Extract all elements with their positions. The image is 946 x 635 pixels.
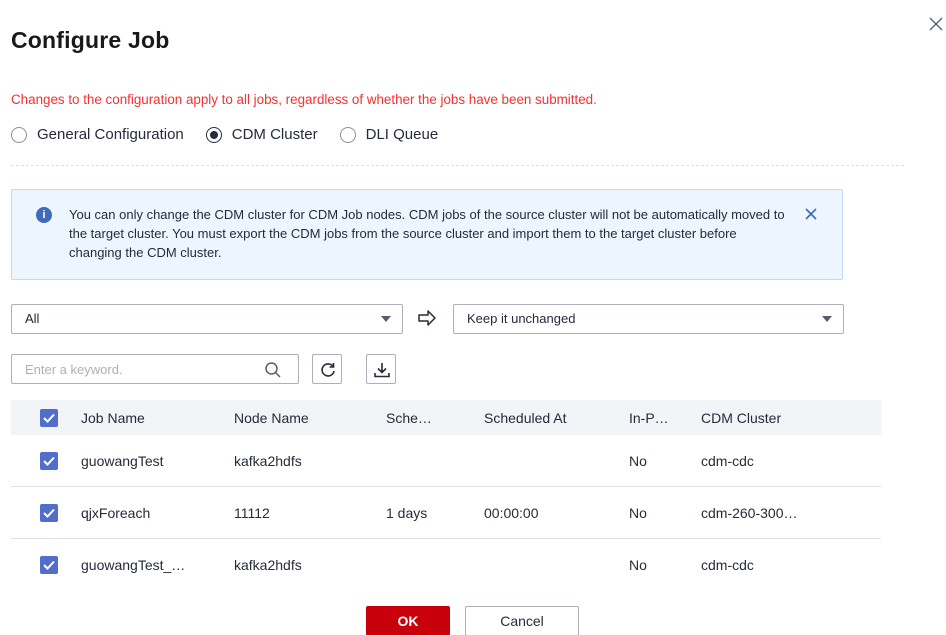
divider <box>11 165 904 166</box>
config-type-radio-group: General Configuration CDM Cluster DLI Qu… <box>11 126 460 143</box>
in-progress-cell: No <box>629 452 647 469</box>
column-header-node-name[interactable]: Node Name <box>234 410 386 426</box>
source-cluster-select[interactable]: All <box>11 304 403 334</box>
caret-down-icon <box>822 316 832 322</box>
schedule-cell: 1 days <box>386 504 428 521</box>
row-checkbox[interactable] <box>40 556 58 574</box>
column-header-in-progress[interactable]: In-P… <box>629 410 701 426</box>
radio-button-selected[interactable] <box>205 126 222 143</box>
column-header-scheduled-at[interactable]: Scheduled At <box>484 410 629 426</box>
radio-label: General Configuration <box>37 126 184 143</box>
info-icon: i <box>36 207 52 223</box>
close-icon[interactable] <box>928 16 944 32</box>
radio-cdm-cluster[interactable]: CDM Cluster <box>205 126 318 143</box>
cdm-cluster-cell: cdm-cdc <box>701 452 754 469</box>
radio-dli-queue[interactable]: DLI Queue <box>339 126 439 143</box>
table-row: guowangTest kafka2hdfs No cdm-cdc <box>11 435 881 487</box>
dialog-title: Configure Job <box>11 27 170 53</box>
info-alert: i You can only change the CDM cluster fo… <box>11 189 843 280</box>
jobs-table: Job Name Node Name Sche… Scheduled At In… <box>11 400 881 591</box>
radio-label: CDM Cluster <box>231 126 318 143</box>
job-name-cell: guowangTest <box>81 452 164 469</box>
radio-button[interactable] <box>11 126 27 143</box>
cdm-cluster-cell: cdm-260-300… <box>701 504 798 521</box>
search-input[interactable] <box>12 355 242 383</box>
search-box <box>11 354 299 384</box>
node-name-cell: kafka2hdfs <box>234 557 302 573</box>
scheduled-at-cell: 00:00:00 <box>484 504 539 521</box>
column-header-job-name[interactable]: Job Name <box>81 410 234 426</box>
target-cluster-value: Keep it unchanged <box>467 311 576 326</box>
cancel-button[interactable]: Cancel <box>465 606 579 635</box>
table-header: Job Name Node Name Sche… Scheduled At In… <box>11 400 881 435</box>
refresh-button[interactable] <box>312 354 342 384</box>
close-icon[interactable] <box>803 206 819 222</box>
in-progress-cell: No <box>629 557 647 573</box>
arrow-right-icon <box>416 308 438 328</box>
radio-general-configuration[interactable]: General Configuration <box>11 126 184 143</box>
radio-button[interactable] <box>339 126 356 143</box>
caret-down-icon <box>381 316 391 322</box>
table-row: qjxForeach 11112 1 days 00:00:00 No cdm-… <box>11 487 881 539</box>
row-checkbox[interactable] <box>40 503 58 522</box>
node-name-cell: kafka2hdfs <box>234 452 302 469</box>
ok-button[interactable]: OK <box>366 606 450 635</box>
info-alert-text: You can only change the CDM cluster for … <box>69 207 785 260</box>
job-name-cell: guowangTest_… <box>81 557 186 573</box>
row-checkbox[interactable] <box>40 451 58 470</box>
job-name-cell: qjxForeach <box>81 504 151 521</box>
search-icon[interactable] <box>264 361 282 379</box>
in-progress-cell: No <box>629 504 647 521</box>
node-name-cell: 11112 <box>234 504 270 521</box>
table-row: guowangTest_… kafka2hdfs No cdm-cdc <box>11 539 881 591</box>
column-header-cdm-cluster[interactable]: CDM Cluster <box>701 410 881 426</box>
warning-message: Changes to the configuration apply to al… <box>11 92 597 107</box>
download-icon <box>374 363 390 378</box>
download-button[interactable] <box>366 354 396 384</box>
target-cluster-select[interactable]: Keep it unchanged <box>453 304 844 334</box>
refresh-icon <box>321 363 335 377</box>
source-cluster-value: All <box>25 311 40 326</box>
column-header-schedule[interactable]: Sche… <box>386 410 484 426</box>
radio-label: DLI Queue <box>365 126 439 143</box>
select-all-checkbox[interactable] <box>40 408 58 427</box>
cdm-cluster-cell: cdm-cdc <box>701 557 754 573</box>
